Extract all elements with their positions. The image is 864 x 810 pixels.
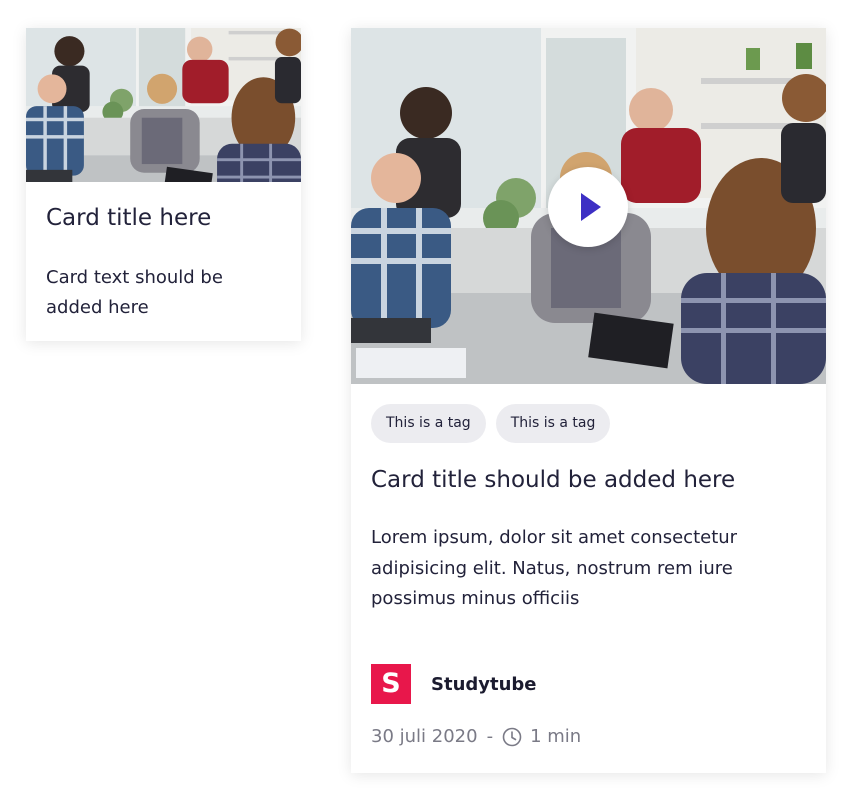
meta-separator: - — [486, 726, 494, 747]
card-title[interactable]: Card title here — [46, 205, 211, 231]
card-date: 30 juli 2020 — [371, 726, 478, 747]
card-duration: 1 min — [530, 726, 582, 747]
card-text: Card text should be added here — [46, 267, 223, 318]
tag[interactable]: This is a tag — [495, 404, 611, 443]
play-button[interactable] — [548, 167, 628, 247]
play-icon — [581, 193, 601, 221]
provider-logo: S — [371, 664, 411, 704]
card-large[interactable]: This is a tag This is a tag Card title s… — [351, 28, 826, 773]
card-title[interactable]: Card title should be added here — [371, 467, 735, 493]
tag[interactable]: This is a tag — [371, 404, 486, 443]
card-media — [351, 28, 826, 384]
provider: S Studytube — [371, 664, 537, 704]
card-image — [26, 28, 301, 182]
card-text: Lorem ipsum, dolor sit amet consectetur … — [371, 527, 738, 609]
card-small[interactable]: Card title here Card text should be adde… — [26, 28, 301, 341]
tag-list: This is a tag This is a tag — [371, 404, 611, 443]
clock-icon — [502, 727, 522, 746]
provider-name: Studytube — [431, 673, 537, 695]
card-meta: 30 juli 2020 - 1 min — [371, 726, 581, 747]
